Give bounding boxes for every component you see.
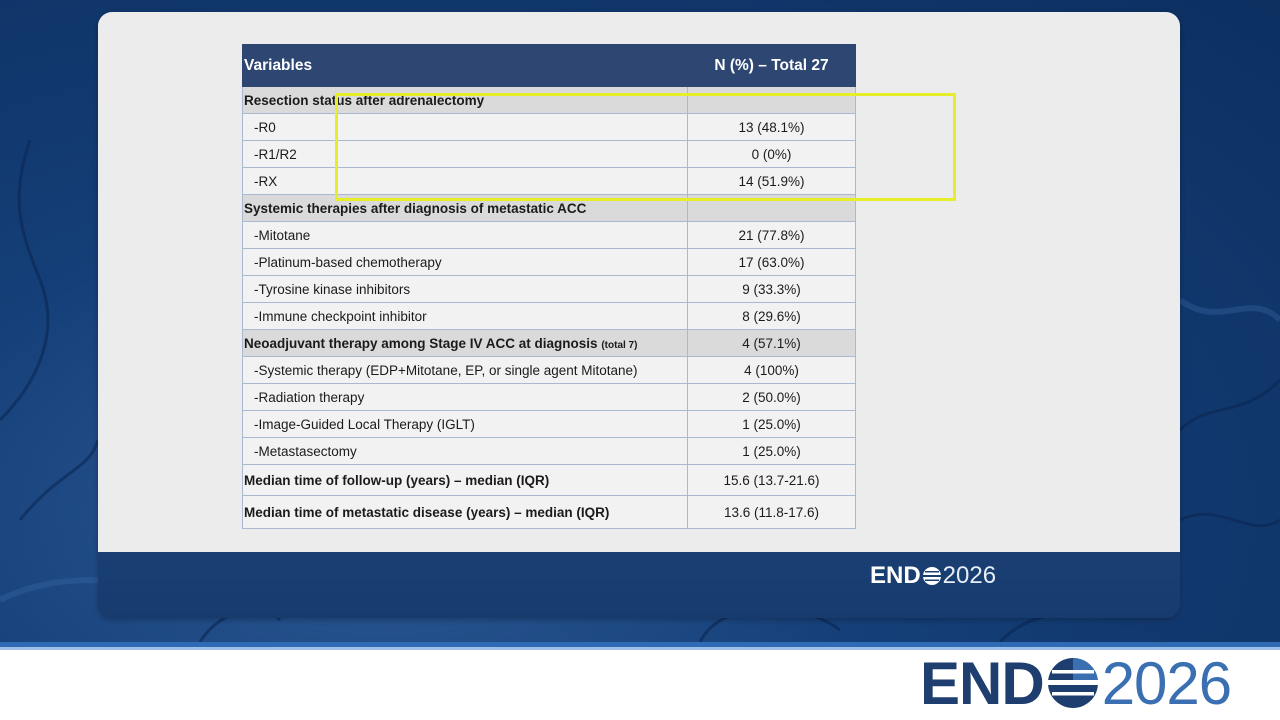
- table-row: -Image-Guided Local Therapy (IGLT) 1 (25.…: [242, 410, 856, 438]
- row-label-cell: Systemic therapies after diagnosis of me…: [242, 194, 688, 222]
- row-label: -Image-Guided Local Therapy (IGLT): [254, 416, 475, 432]
- table-row: -RX 14 (51.9%): [242, 167, 856, 195]
- row-value: [687, 194, 856, 222]
- row-value: 9 (33.3%): [687, 275, 856, 303]
- row-value: 13 (48.1%): [687, 113, 856, 141]
- row-value: 15.6 (13.7-21.6): [687, 464, 856, 496]
- slide-logo: END 2026: [870, 562, 996, 590]
- row-value: 13.6 (11.8-17.6): [687, 495, 856, 529]
- row-label: Median time of follow-up (years) – media…: [244, 472, 550, 488]
- slide-footer-band: [98, 552, 1180, 618]
- banner-stripe-light: [0, 647, 1280, 650]
- row-label-cell: -Radiation therapy: [242, 383, 688, 411]
- row-value: 21 (77.8%): [687, 221, 856, 249]
- row-label: -Immune checkpoint inhibitor: [254, 308, 427, 324]
- results-table: Variables N (%) – Total 27 Resection sta…: [242, 44, 856, 529]
- header-value: N (%) – Total 27: [687, 44, 856, 87]
- section-row: Systemic therapies after diagnosis of me…: [242, 194, 856, 222]
- row-label-cell: -RX: [242, 167, 688, 195]
- row-label: -Tyrosine kinase inhibitors: [254, 281, 411, 297]
- row-label: -Radiation therapy: [254, 389, 365, 405]
- row-value: 17 (63.0%): [687, 248, 856, 276]
- summary-row: Median time of metastatic disease (years…: [242, 495, 856, 529]
- row-value: 4 (57.1%): [687, 329, 856, 357]
- globe-icon: [1047, 658, 1098, 708]
- summary-row: Median time of follow-up (years) – media…: [242, 464, 856, 496]
- table-row: -Tyrosine kinase inhibitors 9 (33.3%): [242, 275, 856, 303]
- section-row: Neoadjuvant therapy among Stage IV ACC a…: [242, 329, 856, 357]
- row-label-cell: Median time of follow-up (years) – media…: [242, 464, 688, 496]
- conference-logo-year: 2026: [1101, 649, 1232, 717]
- row-label: Resection status after adrenalectomy: [244, 92, 485, 108]
- row-value: 14 (51.9%): [687, 167, 856, 195]
- table-row: -R0 13 (48.1%): [242, 113, 856, 141]
- row-value: 0 (0%): [687, 140, 856, 168]
- slide-logo-end: END: [870, 562, 921, 589]
- row-value: 1 (25.0%): [687, 437, 856, 465]
- row-label: Median time of metastatic disease (years…: [244, 504, 610, 520]
- table-row: -R1/R2 0 (0%): [242, 140, 856, 168]
- row-label-cell: -Tyrosine kinase inhibitors: [242, 275, 688, 303]
- conference-logo-end: END: [920, 649, 1045, 717]
- row-label: -R0: [254, 119, 276, 135]
- row-label: -Mitotane: [254, 227, 311, 243]
- row-label-cell: -Platinum-based chemotherapy: [242, 248, 688, 276]
- row-value: [687, 86, 856, 114]
- row-label-cell: -Metastasectomy: [242, 437, 688, 465]
- row-label-cell: Median time of metastatic disease (years…: [242, 495, 688, 529]
- conference-logo: END 2026: [920, 650, 1232, 717]
- row-label: -Systemic therapy (EDP+Mitotane, EP, or …: [254, 362, 638, 378]
- row-label: -Metastasectomy: [254, 443, 357, 459]
- section-row: Resection status after adrenalectomy: [242, 86, 856, 114]
- table-row: -Radiation therapy 2 (50.0%): [242, 383, 856, 411]
- row-label-cell: -R1/R2: [242, 140, 688, 168]
- row-label: -R1/R2: [254, 146, 297, 162]
- row-label-cell: -Mitotane: [242, 221, 688, 249]
- row-value: 1 (25.0%): [687, 410, 856, 438]
- row-label-cell: Resection status after adrenalectomy: [242, 86, 688, 114]
- row-label: -Platinum-based chemotherapy: [254, 254, 442, 270]
- row-label: -RX: [254, 173, 278, 189]
- row-label-cell: -R0: [242, 113, 688, 141]
- row-value: 4 (100%): [687, 356, 856, 384]
- table-header-row: Variables N (%) – Total 27: [242, 44, 856, 87]
- table-row: -Immune checkpoint inhibitor 8 (29.6%): [242, 302, 856, 330]
- row-label-cell: -Immune checkpoint inhibitor: [242, 302, 688, 330]
- row-label: Neoadjuvant therapy among Stage IV ACC a…: [244, 335, 598, 351]
- globe-icon: [922, 567, 941, 585]
- row-value: 2 (50.0%): [687, 383, 856, 411]
- row-label-cell: -Image-Guided Local Therapy (IGLT): [242, 410, 688, 438]
- table-row: -Mitotane 21 (77.8%): [242, 221, 856, 249]
- row-label-cell: Neoadjuvant therapy among Stage IV ACC a…: [242, 329, 688, 357]
- table-row: -Platinum-based chemotherapy 17 (63.0%): [242, 248, 856, 276]
- row-label-cell: -Systemic therapy (EDP+Mitotane, EP, or …: [242, 356, 688, 384]
- row-note: (total 7): [601, 339, 638, 351]
- table-row: -Metastasectomy 1 (25.0%): [242, 437, 856, 465]
- table-row: -Systemic therapy (EDP+Mitotane, EP, or …: [242, 356, 856, 384]
- header-variables: Variables: [242, 44, 688, 87]
- slide-logo-year: 2026: [942, 562, 997, 589]
- row-label: Systemic therapies after diagnosis of me…: [244, 200, 587, 216]
- row-value: 8 (29.6%): [687, 302, 856, 330]
